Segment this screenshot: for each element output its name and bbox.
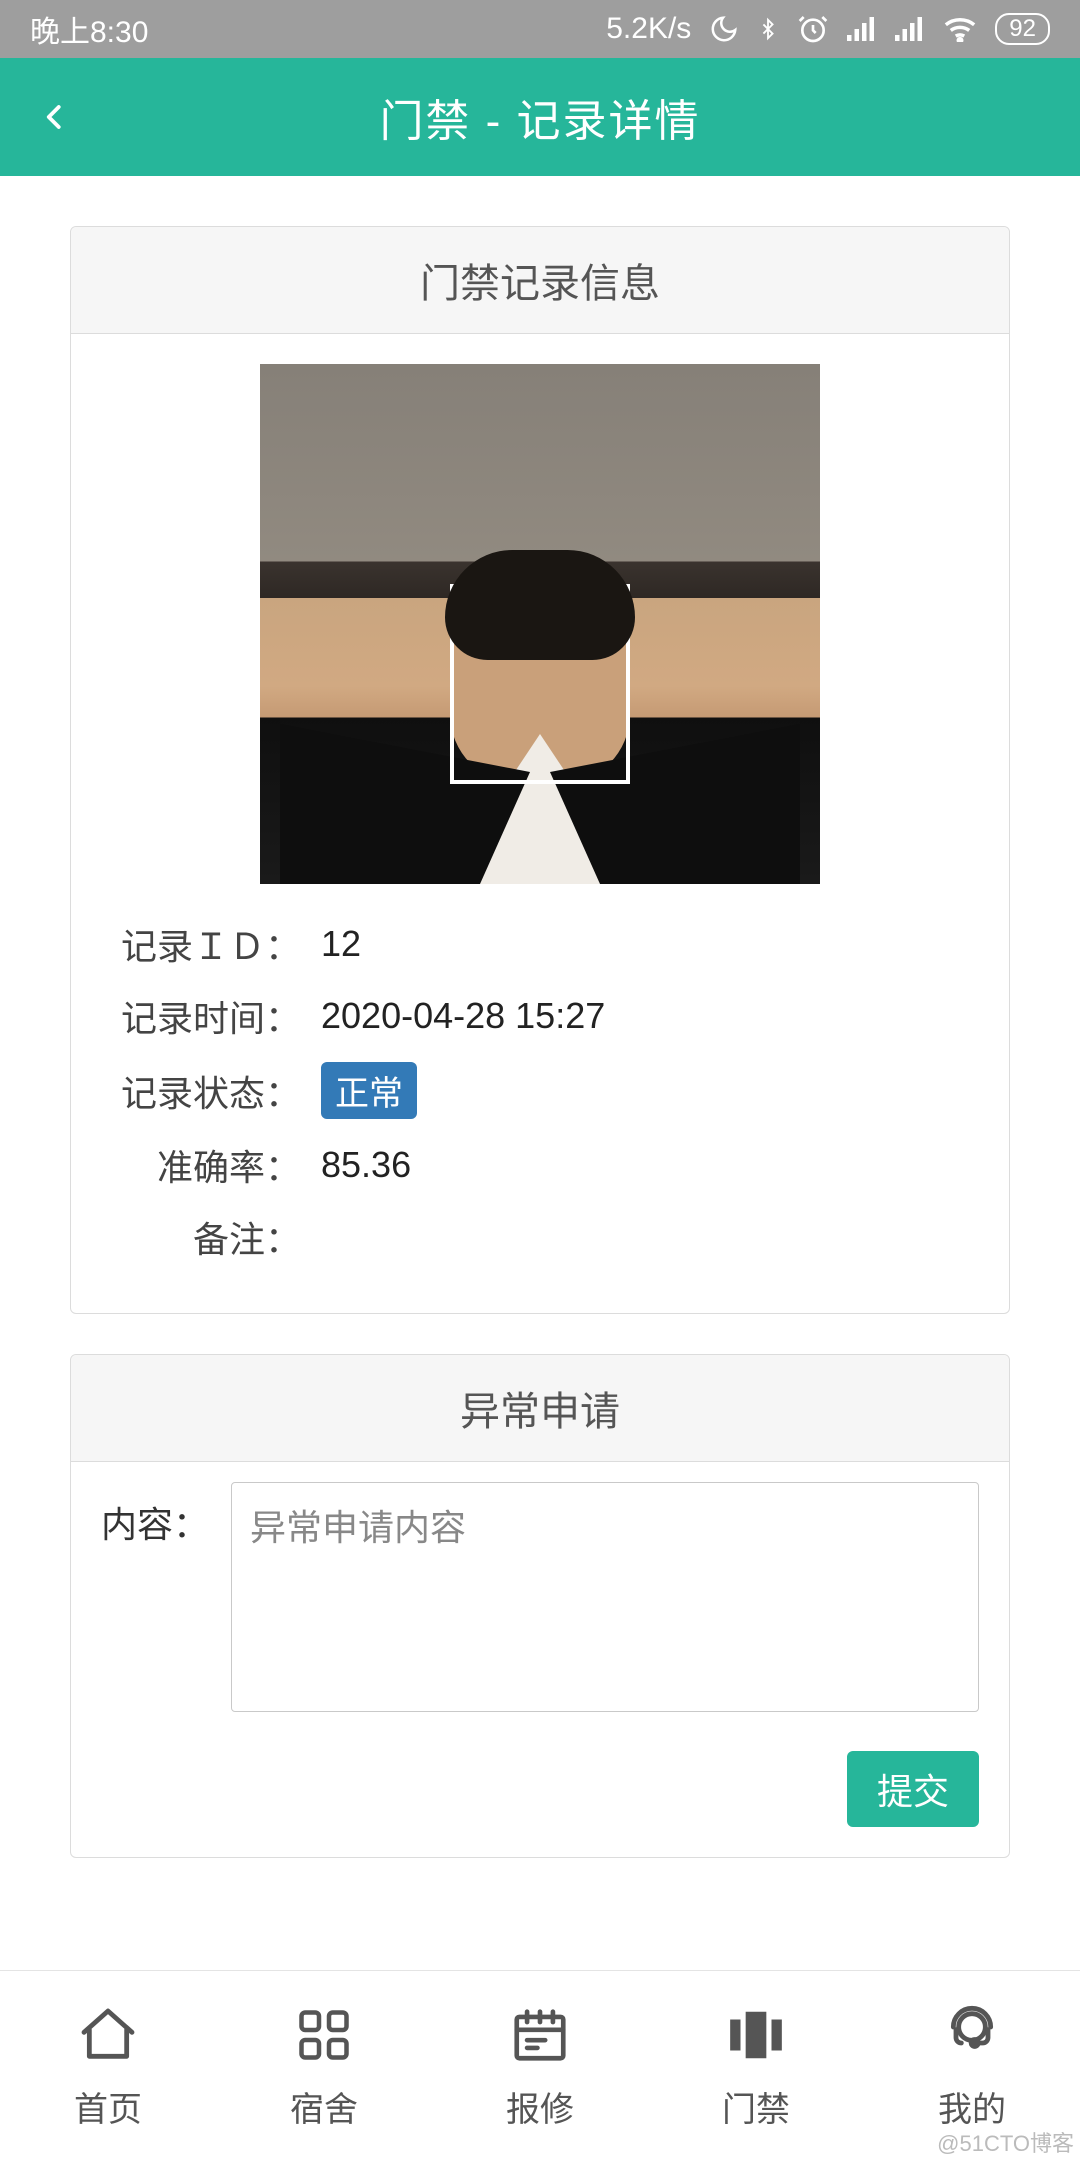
record-photo (260, 364, 820, 884)
watermark: @51CTO博客 (937, 2126, 1074, 2158)
record-panel-title: 门禁记录信息 (71, 227, 1009, 334)
nav-access-label: 门禁 (722, 2082, 790, 2131)
exception-content-input[interactable] (231, 1482, 979, 1712)
bottom-nav: 首页 宿舍 报修 门禁 我的 (0, 1970, 1080, 2160)
record-status-badge: 正常 (321, 1062, 417, 1119)
calendar-icon (509, 2000, 571, 2070)
nav-mine-label: 我的 (938, 2082, 1006, 2131)
nav-access[interactable]: 门禁 (648, 1971, 864, 2160)
exception-panel-title: 异常申请 (71, 1355, 1009, 1462)
page-header: 门禁 - 记录详情 (0, 58, 1080, 176)
record-status-label: 记录状态： (101, 1065, 301, 1117)
wifi-icon (943, 16, 977, 42)
nav-dorm-label: 宿舍 (290, 2082, 358, 2131)
moon-icon (709, 14, 739, 44)
record-accuracy-value: 85.36 (301, 1144, 411, 1186)
back-button[interactable] (40, 58, 70, 176)
record-accuracy-label: 准确率： (101, 1139, 301, 1191)
record-remark-label: 备注： (101, 1211, 301, 1263)
record-id-label: 记录ＩＤ： (101, 918, 301, 970)
status-time: 晚上8:30 (30, 7, 148, 51)
record-remark-row: 备注： (101, 1201, 979, 1273)
alarm-icon (797, 13, 829, 45)
status-icons: 5.2K/s 92 (606, 12, 1050, 46)
support-icon (940, 2000, 1004, 2070)
page-title: 门禁 - 记录详情 (379, 85, 700, 149)
exception-panel: 异常申请 内容： 提交 (70, 1354, 1010, 1858)
door-icon (725, 2000, 787, 2070)
bluetooth-icon (757, 13, 779, 45)
grid-icon (294, 2000, 354, 2070)
submit-button[interactable]: 提交 (847, 1751, 979, 1827)
signal-icon (847, 16, 877, 42)
record-time-row: 记录时间： 2020-04-28 15:27 (101, 980, 979, 1052)
signal-hd-icon (895, 16, 925, 42)
record-info-panel: 门禁记录信息 记录ＩＤ： 12 记录时间： 2020-04-28 1 (70, 226, 1010, 1314)
net-speed: 5.2K/s (606, 12, 691, 46)
nav-home[interactable]: 首页 (0, 1971, 216, 2160)
record-id-value: 12 (301, 923, 361, 965)
record-status-row: 记录状态： 正常 (101, 1052, 979, 1129)
chevron-left-icon (40, 93, 70, 141)
exception-content-label: 内容： (101, 1482, 231, 1721)
nav-repair[interactable]: 报修 (432, 1971, 648, 2160)
record-time-value: 2020-04-28 15:27 (301, 995, 605, 1037)
nav-home-label: 首页 (74, 2082, 142, 2131)
battery-level: 92 (995, 13, 1050, 45)
nav-repair-label: 报修 (506, 2082, 574, 2131)
record-id-row: 记录ＩＤ： 12 (101, 908, 979, 980)
record-time-label: 记录时间： (101, 990, 301, 1042)
status-bar: 晚上8:30 5.2K/s 92 (0, 0, 1080, 58)
nav-dorm[interactable]: 宿舍 (216, 1971, 432, 2160)
home-icon (76, 2000, 140, 2070)
record-accuracy-row: 准确率： 85.36 (101, 1129, 979, 1201)
